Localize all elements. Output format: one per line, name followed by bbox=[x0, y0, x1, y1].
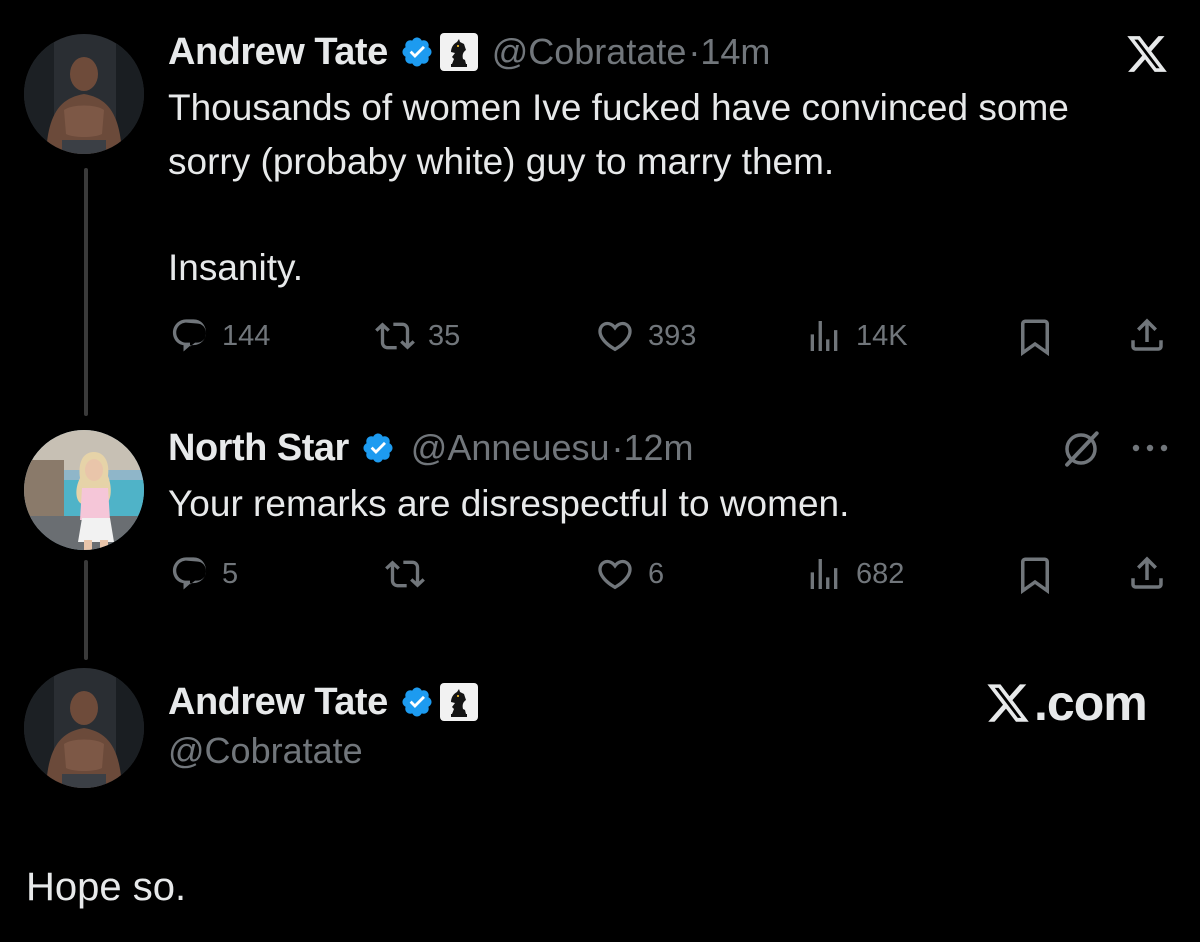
tweet1-repost-count: 35 bbox=[428, 319, 461, 352]
avatar-andrew-tate-1[interactable] bbox=[24, 34, 144, 154]
share-icon[interactable] bbox=[1126, 552, 1168, 594]
more-icon[interactable] bbox=[1130, 438, 1170, 458]
tweet1-views-button[interactable]: 14K bbox=[804, 316, 908, 356]
tweet1-text-line2: sorry (probaby white) guy to marry them. bbox=[168, 141, 835, 182]
tweet2-views-count: 682 bbox=[856, 557, 905, 590]
share-icon[interactable] bbox=[1126, 314, 1168, 356]
tweet1-timestamp[interactable]: ·14m bbox=[688, 31, 770, 73]
x-logo-icon[interactable] bbox=[1124, 32, 1170, 76]
tweet1-repost-button[interactable]: 35 bbox=[374, 316, 460, 356]
chess-knight-icon bbox=[439, 33, 478, 71]
tweet3-handle[interactable]: @Cobratate bbox=[168, 730, 363, 772]
tweet2-author-name[interactable]: North Star bbox=[168, 427, 349, 470]
avatar-north-star[interactable] bbox=[24, 430, 144, 550]
repost-icon bbox=[375, 322, 415, 350]
tweet1-like-count: 393 bbox=[648, 319, 697, 352]
tweet1-views-count: 14K bbox=[856, 319, 908, 352]
tweet3-author-name[interactable]: Andrew Tate bbox=[168, 681, 388, 724]
chess-knight-icon bbox=[439, 683, 478, 721]
thread-line-2 bbox=[84, 560, 88, 660]
verified-badge-icon bbox=[402, 37, 432, 67]
tweet2-handle[interactable]: @Anneuesu bbox=[411, 427, 610, 469]
avatar-andrew-tate-2[interactable] bbox=[24, 668, 144, 788]
tweet1-header: Andrew Tate @Cobratate ·14m bbox=[168, 26, 770, 78]
verified-badge-icon bbox=[402, 687, 432, 717]
tweet1-handle[interactable]: @Cobratate bbox=[492, 31, 687, 73]
tweet2-reply-count: 5 bbox=[222, 557, 239, 590]
brand-text: .com bbox=[1034, 675, 1148, 731]
reply-icon bbox=[172, 319, 207, 352]
tweet1-text-line3: Insanity. bbox=[168, 247, 304, 288]
tweet1-like-button[interactable]: 393 bbox=[594, 316, 696, 356]
bookmark-icon[interactable] bbox=[1014, 316, 1056, 358]
reply-icon bbox=[172, 557, 207, 590]
heart-icon bbox=[598, 559, 632, 590]
repost-icon bbox=[385, 560, 425, 588]
tweet1-reply-button[interactable]: 144 bbox=[170, 316, 270, 356]
bookmark-icon[interactable] bbox=[1014, 554, 1056, 596]
tweet2-header: North Star @Anneuesu ·12m bbox=[168, 422, 694, 474]
tweet2-like-button[interactable]: 6 bbox=[594, 554, 664, 594]
x-logo-icon bbox=[987, 684, 1029, 722]
tweet1-reply-count: 144 bbox=[222, 319, 271, 352]
views-icon bbox=[810, 321, 838, 351]
tweet3-text: Hope so. bbox=[26, 865, 187, 909]
tweet1-author-name[interactable]: Andrew Tate bbox=[168, 31, 388, 74]
tweet2-timestamp[interactable]: ·12m bbox=[611, 427, 693, 469]
thread-line-1 bbox=[84, 168, 88, 416]
tweet2-reply-button[interactable]: 5 bbox=[170, 554, 238, 594]
tweet2-repost-button[interactable] bbox=[384, 554, 438, 594]
tweet2-like-count: 6 bbox=[648, 557, 665, 590]
verified-badge-icon bbox=[363, 433, 393, 463]
tweet2-text: Your remarks are disrespectful to women. bbox=[168, 483, 850, 524]
tweet3-header: Andrew Tate bbox=[168, 676, 478, 728]
heart-icon bbox=[598, 321, 632, 352]
tweet2-views-button[interactable]: 682 bbox=[804, 554, 904, 594]
views-icon bbox=[810, 559, 838, 589]
x-com-brand: .com bbox=[984, 674, 1148, 732]
tweet1-text-line1: Thousands of women Ive fucked have convi… bbox=[168, 87, 1069, 128]
grok-icon[interactable] bbox=[1060, 428, 1102, 470]
